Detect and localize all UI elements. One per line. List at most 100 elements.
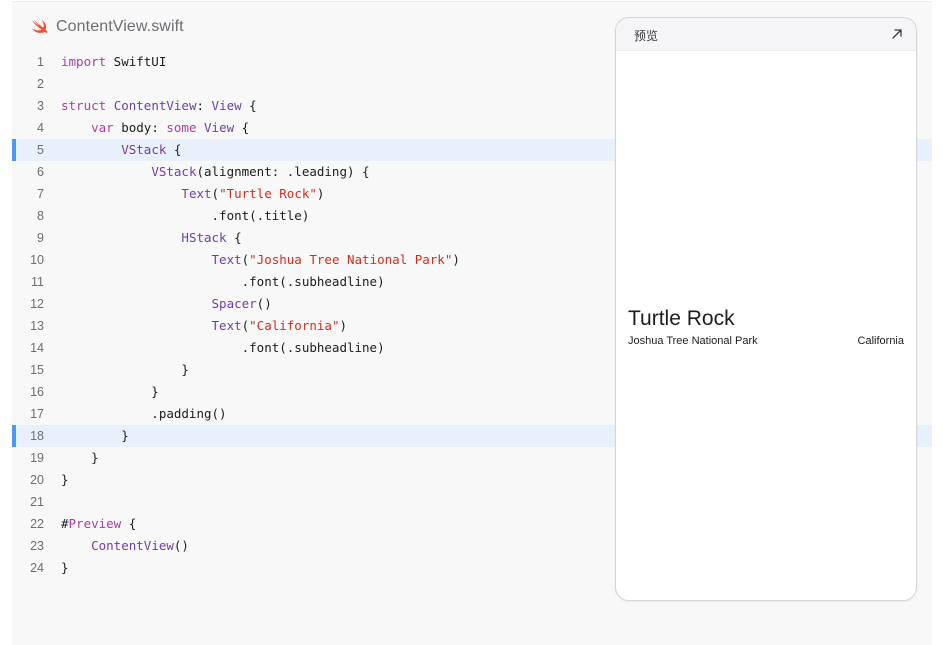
code-text: import SwiftUI [61,51,166,73]
code-token: .font(.title) [61,208,310,223]
file-header: ContentView.swift [30,14,184,40]
line-number: 6 [37,165,44,179]
swift-logo-icon [32,19,48,34]
code-token: { [121,516,137,531]
code-token: ) [316,186,325,201]
line-number: 10 [30,253,44,267]
line-number: 9 [37,231,44,245]
code-text: .font(.subheadline) [61,337,385,359]
code-token: # [61,516,69,531]
code-token: Text [211,318,242,333]
code-text: Text("Joshua Tree National Park") [61,249,460,271]
line-number: 22 [30,517,44,531]
line-number: 11 [31,275,44,289]
code-token: { [241,98,257,113]
code-text: struct ContentView: View { [61,95,257,117]
code-text: HStack { [61,227,241,249]
code-token: View [211,98,242,113]
code-text: .font(.subheadline) [61,271,385,293]
line-number: 1 [37,55,44,69]
code-token: } [61,472,69,487]
preview-location: California [857,335,904,347]
line-number: 24 [30,561,44,575]
code-token: (alignment: .leading) { [196,164,370,179]
code-text: } [61,447,99,469]
code-token: struct [61,98,107,113]
line-number: 2 [37,77,44,91]
code-text: var body: some View { [61,117,249,139]
code-text: Text("Turtle Rock") [61,183,324,205]
code-token: body: [113,120,167,135]
code-token: ) [452,252,460,267]
code-token: "Turtle Rock" [219,186,317,201]
code-token: : [196,98,212,113]
code-text: } [61,469,69,491]
line-number: 4 [37,121,44,135]
code-token: () [173,538,189,553]
code-text: .font(.title) [61,205,310,227]
code-token: "Joshua Tree National Park" [249,252,453,267]
file-name[interactable]: ContentView.swift [56,18,184,36]
code-token: .font(.subheadline) [61,340,385,355]
line-number: 14 [30,341,44,355]
line-number: 16 [30,385,44,399]
code-text: } [61,359,189,381]
line-number: 15 [30,363,44,377]
code-token: View [204,120,235,135]
code-token: { [234,120,250,135]
code-token: } [61,362,189,377]
code-token: () [256,296,272,311]
code-token: HStack [181,230,227,245]
code-token: .font(.subheadline) [61,274,385,289]
code-text: } [61,557,69,579]
code-token: } [61,384,159,399]
line-number: 12 [30,297,44,311]
line-number: 7 [37,187,44,201]
code-token: ) [339,318,347,333]
line-number: 13 [30,319,44,333]
code-text: VStack(alignment: .leading) { [61,161,370,183]
code-text: .padding() [61,403,227,425]
code-token: SwiftUI [106,54,167,69]
preview-content: Turtle Rock Joshua Tree National Park Ca… [628,306,904,347]
preview-panel: 预览 Turtle Rock Joshua Tree National Park… [615,17,917,601]
code-token: .padding() [61,406,227,421]
code-token: VStack [121,142,167,157]
code-token: Text [211,252,242,267]
line-number: 19 [30,451,44,465]
line-number: 21 [30,495,44,509]
preview-park: Joshua Tree National Park [628,335,758,347]
preview-header: 预览 [616,18,916,51]
preview-title: Turtle Rock [628,307,735,330]
line-number: 5 [37,143,44,157]
code-text: VStack { [61,139,181,161]
preview-subtitle-row: Joshua Tree National Park California [628,335,904,347]
code-token: var [91,120,114,135]
code-text: Text("California") [61,315,347,337]
code-token: ContentView [91,538,174,553]
line-number: 20 [30,473,44,487]
code-token: ContentView [113,98,197,113]
line-number: 17 [30,407,44,421]
code-token: } [61,450,99,465]
code-token: some [166,120,197,135]
code-token: } [61,560,69,575]
arrow-up-right-icon[interactable] [890,27,904,41]
code-text: } [61,381,159,403]
code-text: } [61,425,129,447]
code-text: Spacer() [61,293,272,315]
code-text: ContentView() [61,535,189,557]
line-number: 3 [37,99,44,113]
code-token: ( [211,186,220,201]
